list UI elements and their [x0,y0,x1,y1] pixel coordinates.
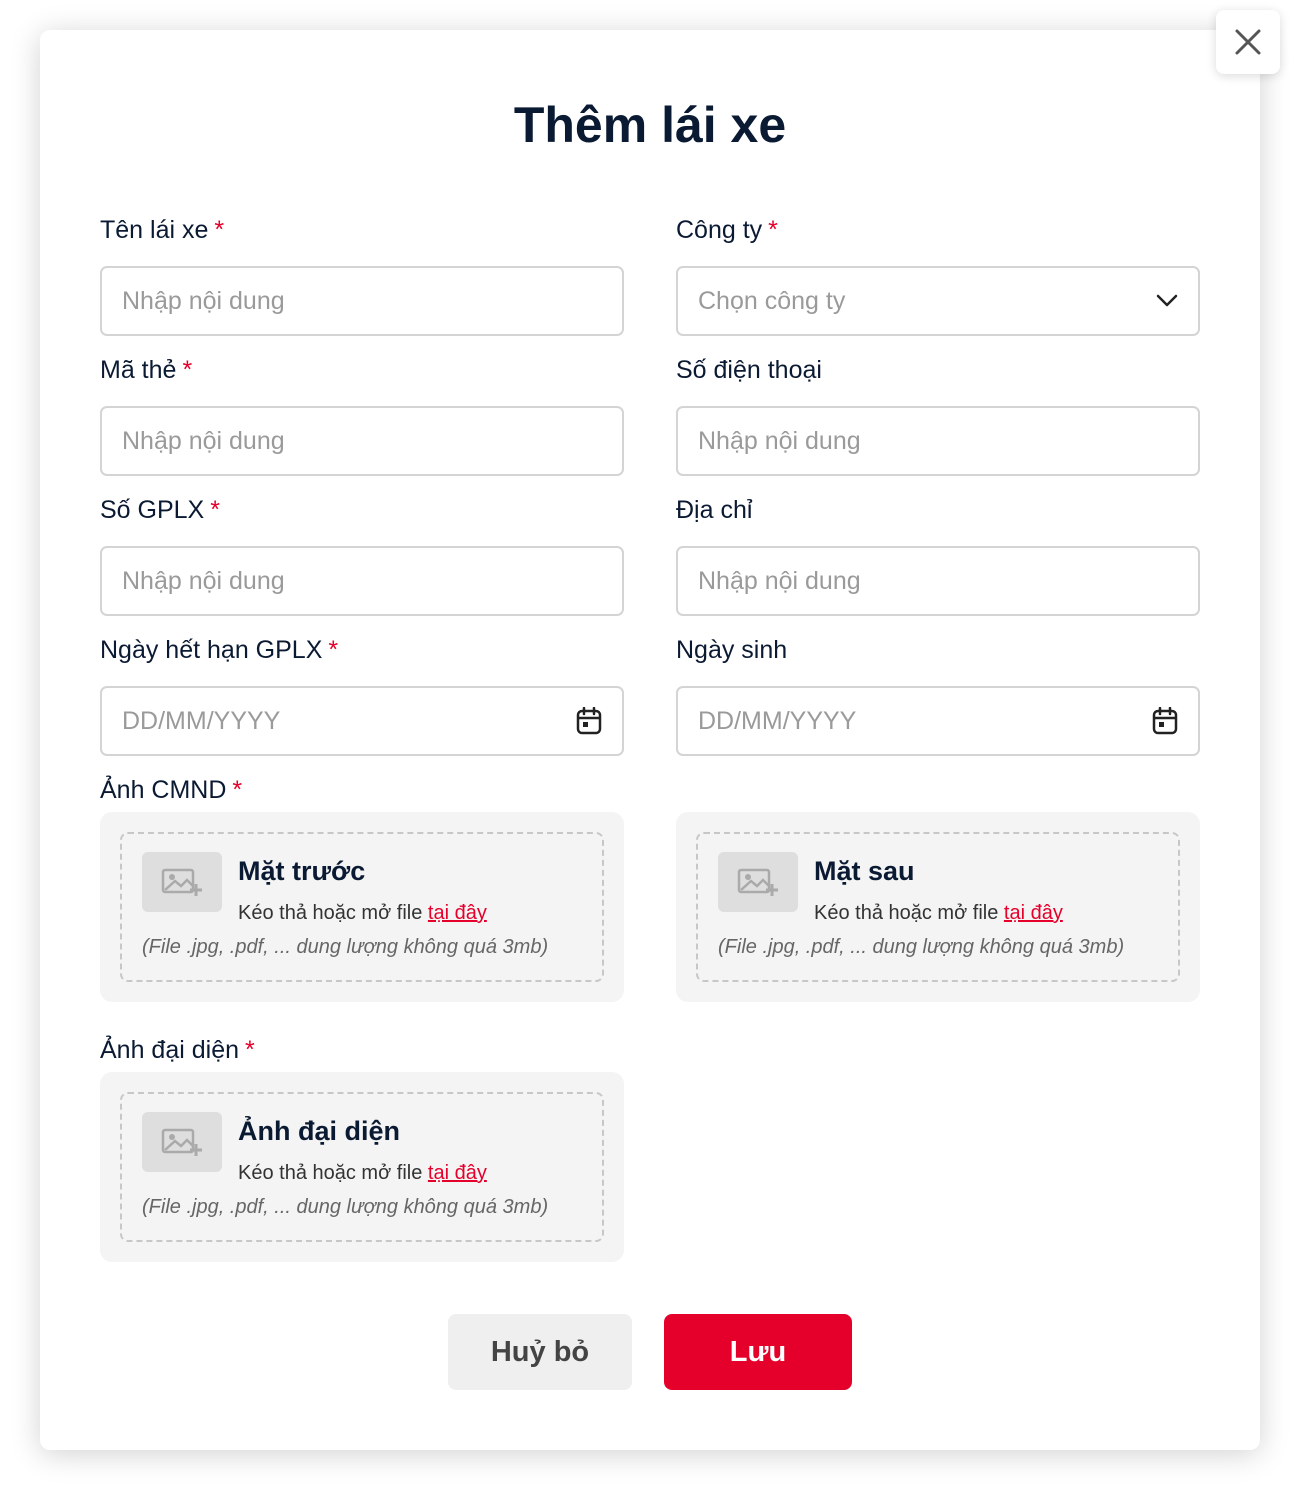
card-code-label: Mã thẻ [100,356,177,384]
image-add-icon [142,1112,222,1172]
avatar-browse-link[interactable]: tại đây [428,1162,487,1184]
id-photos-label: Ảnh CMND [100,776,227,804]
cancel-button[interactable]: Huỷ bỏ [448,1314,632,1390]
license-expiry-label: Ngày hết hạn GPLX [100,636,323,664]
license-no-input[interactable]: Nhập nội dung [100,546,624,616]
driver-name-label: Tên lái xe [100,216,209,244]
avatar-label-row: Ảnh đại diện * [100,1032,624,1068]
driver-name-input[interactable]: Nhập nội dung [100,266,624,336]
calendar-icon[interactable] [1152,707,1178,735]
address-field: Địa chỉ Nhập nội dung [676,492,1200,616]
id-back-browse-link[interactable]: tại đây [1004,902,1063,924]
birthday-label: Ngày sinh [676,636,788,664]
id-front-desc: Kéo thả hoặc mở file [238,902,423,924]
license-expiry-input[interactable]: DD/MM/YYYY [100,686,624,756]
company-field: Công ty * Chọn công ty [676,212,1200,336]
image-add-icon [718,852,798,912]
avatar-upload[interactable]: Ảnh đại diện Kéo thả hoặc mở file tại đâ… [100,1072,624,1262]
chevron-down-icon [1156,294,1178,308]
company-placeholder: Chọn công ty [698,286,846,315]
company-label: Công ty [676,216,763,244]
driver-name-placeholder: Nhập nội dung [122,286,285,315]
address-placeholder: Nhập nội dung [698,566,861,595]
card-code-field: Mã thẻ * Nhập nội dung [100,352,624,476]
id-back-dropzone[interactable]: Mặt sau Kéo thả hoặc mở file tại đây (Fi… [696,832,1180,982]
phone-label: Số điện thoại [676,356,822,384]
required-mark: * [768,216,778,244]
id-back-hint: (File .jpg, .pdf, ... dung lượng không q… [718,936,1125,958]
avatar-label: Ảnh đại diện [100,1036,240,1064]
id-back-upload[interactable]: Mặt sau Kéo thả hoặc mở file tại đây (Fi… [676,812,1200,1002]
license-expiry-field: Ngày hết hạn GPLX * DD/MM/YYYY [100,632,624,756]
birthday-field: Ngày sinh DD/MM/YYYY [676,632,1200,756]
avatar-desc: Kéo thả hoặc mở file [238,1162,423,1184]
phone-placeholder: Nhập nội dung [698,426,861,455]
address-label: Địa chỉ [676,496,753,524]
image-add-icon [142,852,222,912]
id-front-dropzone[interactable]: Mặt trước Kéo thả hoặc mở file tại đây (… [120,832,604,982]
id-back-title: Mặt sau [814,856,915,886]
id-front-browse-link[interactable]: tại đây [428,902,487,924]
driver-name-field: Tên lái xe * Nhập nội dung [100,212,624,336]
birthday-placeholder: DD/MM/YYYY [698,706,857,735]
license-no-field: Số GPLX * Nhập nội dung [100,492,624,616]
phone-field: Số điện thoại Nhập nội dung [676,352,1200,476]
company-select[interactable]: Chọn công ty [676,266,1200,336]
id-back-desc: Kéo thả hoặc mở file [814,902,999,924]
required-mark: * [328,636,339,664]
id-front-title: Mặt trước [238,856,366,886]
phone-input[interactable]: Nhập nội dung [676,406,1200,476]
license-expiry-placeholder: DD/MM/YYYY [122,706,281,735]
card-code-placeholder: Nhập nội dung [122,426,285,455]
required-mark: * [182,356,193,384]
card-code-input[interactable]: Nhập nội dung [100,406,624,476]
modal-title: Thêm lái xe [513,97,787,153]
required-mark: * [210,496,220,524]
required-mark: * [232,776,243,804]
id-front-hint: (File .jpg, .pdf, ... dung lượng không q… [142,936,549,958]
save-button[interactable]: Lưu [664,1314,852,1390]
required-mark: * [214,216,225,244]
close-button[interactable] [1216,10,1280,74]
address-input[interactable]: Nhập nội dung [676,546,1200,616]
id-photos-label-row: Ảnh CMND * [100,772,624,808]
avatar-title: Ảnh đại diện [238,1116,400,1146]
avatar-hint: (File .jpg, .pdf, ... dung lượng không q… [142,1196,549,1218]
license-no-placeholder: Nhập nội dung [122,566,285,595]
birthday-input[interactable]: DD/MM/YYYY [676,686,1200,756]
avatar-dropzone[interactable]: Ảnh đại diện Kéo thả hoặc mở file tại đâ… [120,1092,604,1242]
close-icon [1234,28,1262,56]
required-mark: * [245,1036,255,1064]
license-no-label: Số GPLX [100,496,205,524]
id-front-upload[interactable]: Mặt trước Kéo thả hoặc mở file tại đây (… [100,812,624,1002]
calendar-icon[interactable] [576,707,602,735]
